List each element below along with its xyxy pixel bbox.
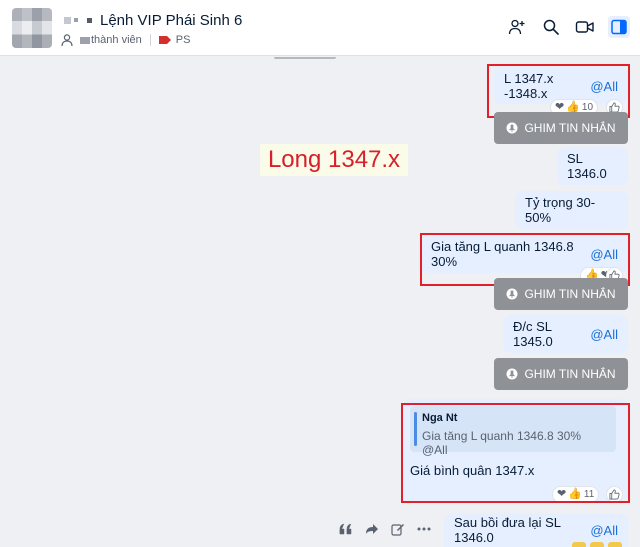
message-bubble[interactable]: SL 1346.0 bbox=[557, 147, 628, 185]
group-name[interactable]: Lệnh VIP Phái Sinh 6 bbox=[100, 12, 242, 29]
message-list[interactable]: L 1347.x -1348.x @All ❤ 👍 10 GHIM TIN NH… bbox=[0, 57, 640, 547]
members-label[interactable]: thành viên bbox=[91, 34, 142, 46]
message-text: SL 1346.0 bbox=[567, 151, 607, 181]
sidebar-toggle-icon[interactable] bbox=[608, 16, 630, 38]
pin-label: GHIM TIN NHẮN bbox=[524, 121, 616, 135]
group-title-row: Lệnh VIP Phái Sinh 6 bbox=[64, 10, 242, 30]
video-call-icon[interactable] bbox=[574, 16, 596, 38]
pin-label: GHIM TIN NHẮN bbox=[524, 287, 616, 301]
tag-label[interactable]: PS bbox=[176, 34, 191, 46]
pin-message-button[interactable]: GHIM TIN NHẮN bbox=[494, 112, 628, 144]
forward-icon[interactable] bbox=[364, 521, 380, 537]
pin-message-button[interactable]: GHIM TIN NHẮN bbox=[494, 278, 628, 310]
message-hover-actions bbox=[338, 521, 432, 537]
header-actions bbox=[506, 16, 630, 38]
highlight-box bbox=[401, 403, 630, 503]
pin-message-button[interactable]: GHIM TIN NHẮN bbox=[494, 358, 628, 390]
chat-header: Lệnh VIP Phái Sinh 6 thành viên PS bbox=[0, 0, 640, 56]
blurred-member-count bbox=[80, 36, 90, 44]
add-member-icon[interactable] bbox=[506, 16, 528, 38]
mention-all[interactable]: @All bbox=[590, 523, 618, 538]
person-icon bbox=[61, 34, 73, 47]
pin-banner-remnant bbox=[274, 57, 336, 59]
pin-label: GHIM TIN NHẮN bbox=[524, 367, 616, 381]
message-text: Đ/c SL 1345.0 bbox=[513, 319, 553, 349]
pin-icon bbox=[506, 368, 518, 380]
highlight-box bbox=[487, 64, 630, 118]
mention-all[interactable]: @All bbox=[590, 327, 618, 342]
pin-icon bbox=[506, 122, 518, 134]
more-icon[interactable] bbox=[416, 521, 432, 537]
pin-icon bbox=[506, 288, 518, 300]
tag-icon bbox=[158, 36, 171, 44]
message-text: Tỷ trọng 30-50% bbox=[525, 195, 596, 225]
message-bubble[interactable]: Đ/c SL 1345.0 @All bbox=[503, 315, 628, 353]
message-bubble[interactable]: Tỷ trọng 30-50% bbox=[515, 191, 628, 229]
group-subtitle: thành viên PS bbox=[60, 31, 190, 49]
reaction-peek bbox=[572, 542, 622, 547]
edit-icon[interactable] bbox=[390, 521, 406, 537]
trade-signal-overlay: Long 1347.x bbox=[260, 144, 408, 176]
message-text: Sau bồi đưa lại SL 1346.0 bbox=[454, 515, 561, 545]
search-icon[interactable] bbox=[540, 16, 562, 38]
quote-icon[interactable] bbox=[338, 521, 354, 537]
divider bbox=[149, 34, 151, 46]
group-avatar[interactable] bbox=[12, 8, 52, 48]
blurred-name-prefix bbox=[64, 16, 92, 24]
